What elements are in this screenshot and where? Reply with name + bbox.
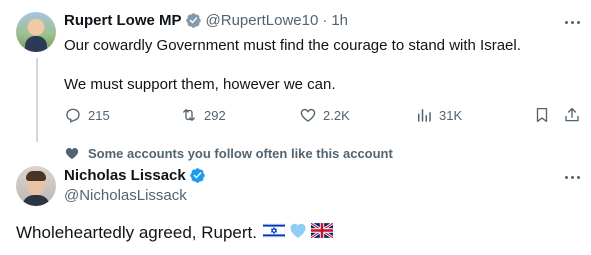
heart-icon bbox=[300, 108, 316, 122]
like-count: 2.2K bbox=[323, 107, 350, 123]
reply-header: Nicholas Lissack bbox=[64, 167, 210, 184]
reply-icon bbox=[66, 108, 80, 123]
views-icon bbox=[418, 109, 431, 122]
flag-uk-icon bbox=[310, 221, 334, 243]
social-context: Some accounts you follow often like this… bbox=[64, 145, 393, 161]
reply-text: Wholeheartedly agreed, Rupert. bbox=[16, 223, 257, 242]
reply-count: 215 bbox=[88, 107, 110, 123]
like-button[interactable]: 2.2K bbox=[299, 106, 350, 124]
share-icon bbox=[565, 107, 579, 122]
social-context-label: Some accounts you follow often like this… bbox=[88, 145, 393, 161]
more-icon[interactable] bbox=[562, 12, 582, 32]
author-handle[interactable]: @RupertLowe10 bbox=[206, 12, 319, 29]
reply-author-handle[interactable]: @NicholasLissack bbox=[64, 187, 187, 204]
reply-button[interactable]: 215 bbox=[64, 106, 110, 124]
views-button[interactable]: 31K bbox=[415, 106, 462, 124]
bookmark-icon bbox=[536, 107, 548, 123]
reply-author-name[interactable]: Nicholas Lissack bbox=[64, 167, 186, 184]
avatar-rupert[interactable] bbox=[16, 12, 56, 52]
tweet-text-line2: We must support them, however we can. bbox=[64, 76, 336, 93]
avatar-nicholas[interactable] bbox=[16, 166, 56, 206]
tweet-text-line1: Our cowardly Government must find the co… bbox=[64, 37, 521, 54]
author-name[interactable]: Rupert Lowe MP bbox=[64, 12, 182, 29]
timestamp[interactable]: 1h bbox=[331, 12, 348, 29]
repost-count: 292 bbox=[204, 107, 226, 123]
bookmark-button[interactable] bbox=[533, 106, 557, 124]
verified-badge-icon bbox=[189, 167, 206, 184]
repost-button[interactable]: 292 bbox=[180, 106, 226, 124]
tweet-header: Rupert Lowe MP @RupertLowe10 · 1h bbox=[64, 12, 348, 29]
repost-icon bbox=[183, 109, 195, 121]
thread-line bbox=[36, 58, 38, 142]
more-icon[interactable] bbox=[562, 167, 582, 187]
heart-filled-icon bbox=[65, 148, 79, 159]
flag-israel-icon bbox=[262, 222, 286, 243]
views-count: 31K bbox=[439, 107, 463, 123]
light-blue-heart-icon bbox=[289, 222, 307, 244]
verified-badge-icon bbox=[185, 12, 202, 29]
reply-text-row: Wholeheartedly agreed, Rupert. bbox=[16, 221, 334, 244]
reply-handle-row: @NicholasLissack bbox=[64, 187, 187, 204]
share-button[interactable] bbox=[563, 106, 587, 124]
separator-dot: · bbox=[322, 12, 328, 29]
